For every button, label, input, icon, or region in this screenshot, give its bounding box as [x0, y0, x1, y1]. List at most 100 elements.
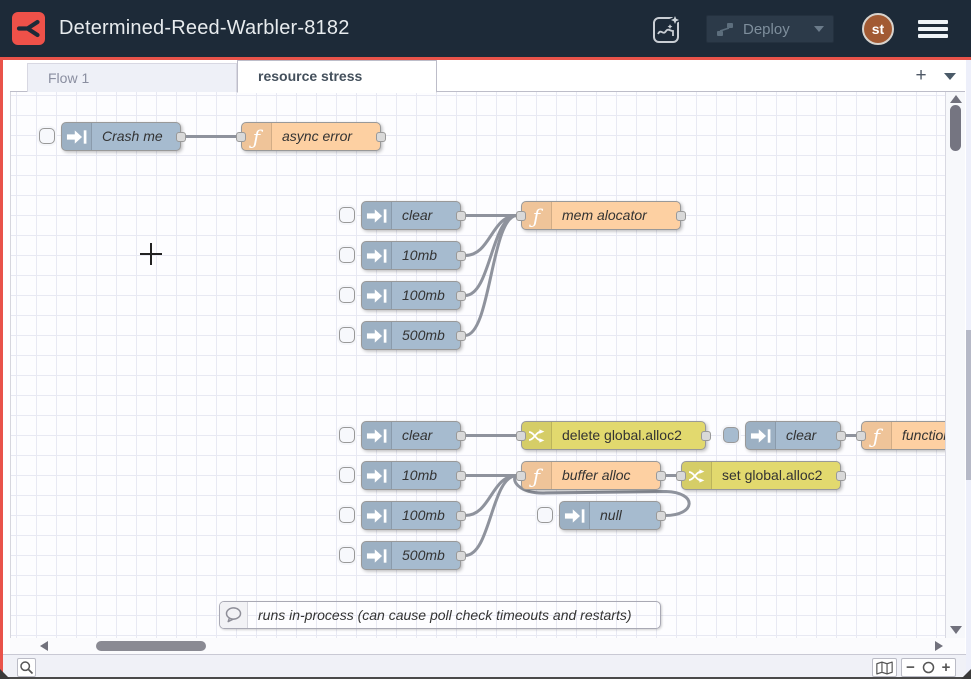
hamburger-menu-icon[interactable]: [918, 20, 948, 38]
inject-button[interactable]: [339, 207, 355, 223]
deploy-label: Deploy: [743, 21, 790, 38]
change-shuffle-icon: [522, 422, 552, 449]
avatar[interactable]: st: [862, 13, 894, 45]
inject-button[interactable]: [339, 327, 355, 343]
add-flow-icon[interactable]: +: [908, 62, 934, 90]
inject-button[interactable]: [339, 247, 355, 263]
output-port[interactable]: [176, 132, 186, 142]
output-port[interactable]: [456, 331, 466, 341]
inject-button[interactable]: [339, 287, 355, 303]
inject-button[interactable]: [339, 427, 355, 443]
node-100mb-1[interactable]: 100mb: [361, 281, 461, 310]
node-comment-1[interactable]: runs in-process (can cause poll check ti…: [219, 601, 661, 629]
output-port[interactable]: [701, 431, 711, 441]
function-f-icon: ƒ: [522, 462, 552, 489]
output-port[interactable]: [656, 511, 666, 521]
inject-button[interactable]: [39, 128, 55, 144]
window-corner-left: [0, 669, 10, 679]
zoom-out-icon[interactable]: −: [901, 658, 920, 677]
node-10mb-1[interactable]: 10mb: [361, 241, 461, 270]
flow-list-caret-icon[interactable]: [944, 73, 956, 80]
zoom-in-icon[interactable]: +: [937, 658, 956, 677]
node-label: clear: [402, 202, 432, 229]
node-100mb-2[interactable]: 100mb: [361, 501, 461, 530]
inject-button[interactable]: [339, 547, 355, 563]
node-set-global-alloc2[interactable]: set global.alloc2: [681, 461, 841, 490]
node-label: buffer alloc: [562, 462, 630, 489]
node-mem-alocator[interactable]: ƒ mem alocator: [521, 201, 681, 230]
node-async-error[interactable]: ƒasync error: [241, 122, 381, 151]
output-port[interactable]: [456, 551, 466, 561]
scroll-up-icon[interactable]: [950, 95, 962, 103]
node-buffer-alloc[interactable]: ƒ buffer alloc: [521, 461, 661, 490]
node-clear-2[interactable]: clear: [361, 421, 461, 450]
inject-arrow-icon: [746, 422, 776, 449]
output-port[interactable]: [456, 291, 466, 301]
node-label: 10mb: [402, 462, 437, 489]
input-port[interactable]: [516, 211, 526, 221]
browser-scrollbar[interactable]: [966, 60, 971, 679]
node-clear-3[interactable]: clear: [745, 421, 841, 450]
node-function-1[interactable]: ƒ function: [861, 421, 945, 450]
node-label: set global.alloc2: [722, 462, 822, 489]
scroll-right-icon[interactable]: [935, 641, 943, 651]
node-clear-1[interactable]: clear: [361, 201, 461, 230]
deploy-caret-icon[interactable]: [814, 26, 824, 32]
canvas-vertical-scrollbar[interactable]: [945, 92, 965, 638]
node-null-inject[interactable]: null: [559, 501, 661, 530]
minimap-icon[interactable]: [872, 658, 897, 677]
deploy-button[interactable]: Deploy: [706, 15, 834, 43]
node-delete-global-alloc2[interactable]: delete global.alloc2: [521, 421, 706, 450]
input-port[interactable]: [516, 431, 526, 441]
inject-button[interactable]: [537, 507, 553, 523]
input-port[interactable]: [676, 471, 686, 481]
output-port[interactable]: [676, 211, 686, 221]
output-port[interactable]: [836, 471, 846, 481]
node-label: delete global.alloc2: [562, 422, 682, 449]
vertical-scroll-thumb[interactable]: [950, 105, 961, 151]
node-500mb-1[interactable]: 500mb: [361, 321, 461, 350]
canvas-horizontal-scrollbar[interactable]: [10, 638, 965, 654]
inject-arrow-icon: [362, 502, 392, 529]
zoom-reset-icon[interactable]: [919, 658, 938, 677]
node-crash-me[interactable]: Crash me: [61, 122, 181, 151]
output-port[interactable]: [836, 431, 846, 441]
input-port[interactable]: [856, 431, 866, 441]
flowfuse-logo[interactable]: [12, 12, 45, 45]
header-bar: Determined-Reed-Warbler-8182 Deploy st: [0, 0, 971, 57]
node-label: function: [902, 422, 945, 449]
tab-flow-1[interactable]: Flow 1: [27, 63, 237, 92]
function-f-icon: ƒ: [862, 422, 892, 449]
input-port[interactable]: [516, 471, 526, 481]
node-label: mem alocator: [562, 202, 647, 229]
flow-canvas[interactable]: Crash me ƒasync error clear 10mb 100mb 500mb ƒ…: [10, 92, 945, 638]
tab-resource-stress[interactable]: resource stress: [237, 60, 437, 93]
inject-button[interactable]: [339, 507, 355, 523]
inject-button[interactable]: [723, 427, 739, 443]
wire-100mb-2-to-buffer-alloc[interactable]: [465, 476, 517, 516]
function-f-icon: ƒ: [242, 123, 272, 150]
output-port[interactable]: [656, 471, 666, 481]
output-port[interactable]: [456, 431, 466, 441]
scroll-left-icon[interactable]: [40, 641, 48, 651]
scroll-down-icon[interactable]: [950, 626, 962, 634]
window-edge-left: [0, 60, 3, 679]
inject-arrow-icon: [362, 202, 392, 229]
output-port[interactable]: [456, 211, 466, 221]
inject-button[interactable]: [339, 467, 355, 483]
output-port[interactable]: [456, 511, 466, 521]
inject-arrow-icon: [62, 123, 92, 150]
output-port[interactable]: [456, 251, 466, 261]
node-10mb-2[interactable]: 10mb: [361, 461, 461, 490]
input-port[interactable]: [236, 132, 246, 142]
node-label: 10mb: [402, 242, 437, 269]
ai-assistant-icon[interactable]: [650, 12, 684, 46]
function-f-icon: ƒ: [522, 202, 552, 229]
inject-arrow-icon: [362, 542, 392, 569]
horizontal-scroll-thumb[interactable]: [96, 641, 206, 651]
output-port[interactable]: [376, 132, 386, 142]
browser-scroll-thumb[interactable]: [966, 330, 971, 480]
node-500mb-2[interactable]: 500mb: [361, 541, 461, 570]
output-port[interactable]: [456, 471, 466, 481]
search-icon[interactable]: [17, 658, 36, 677]
